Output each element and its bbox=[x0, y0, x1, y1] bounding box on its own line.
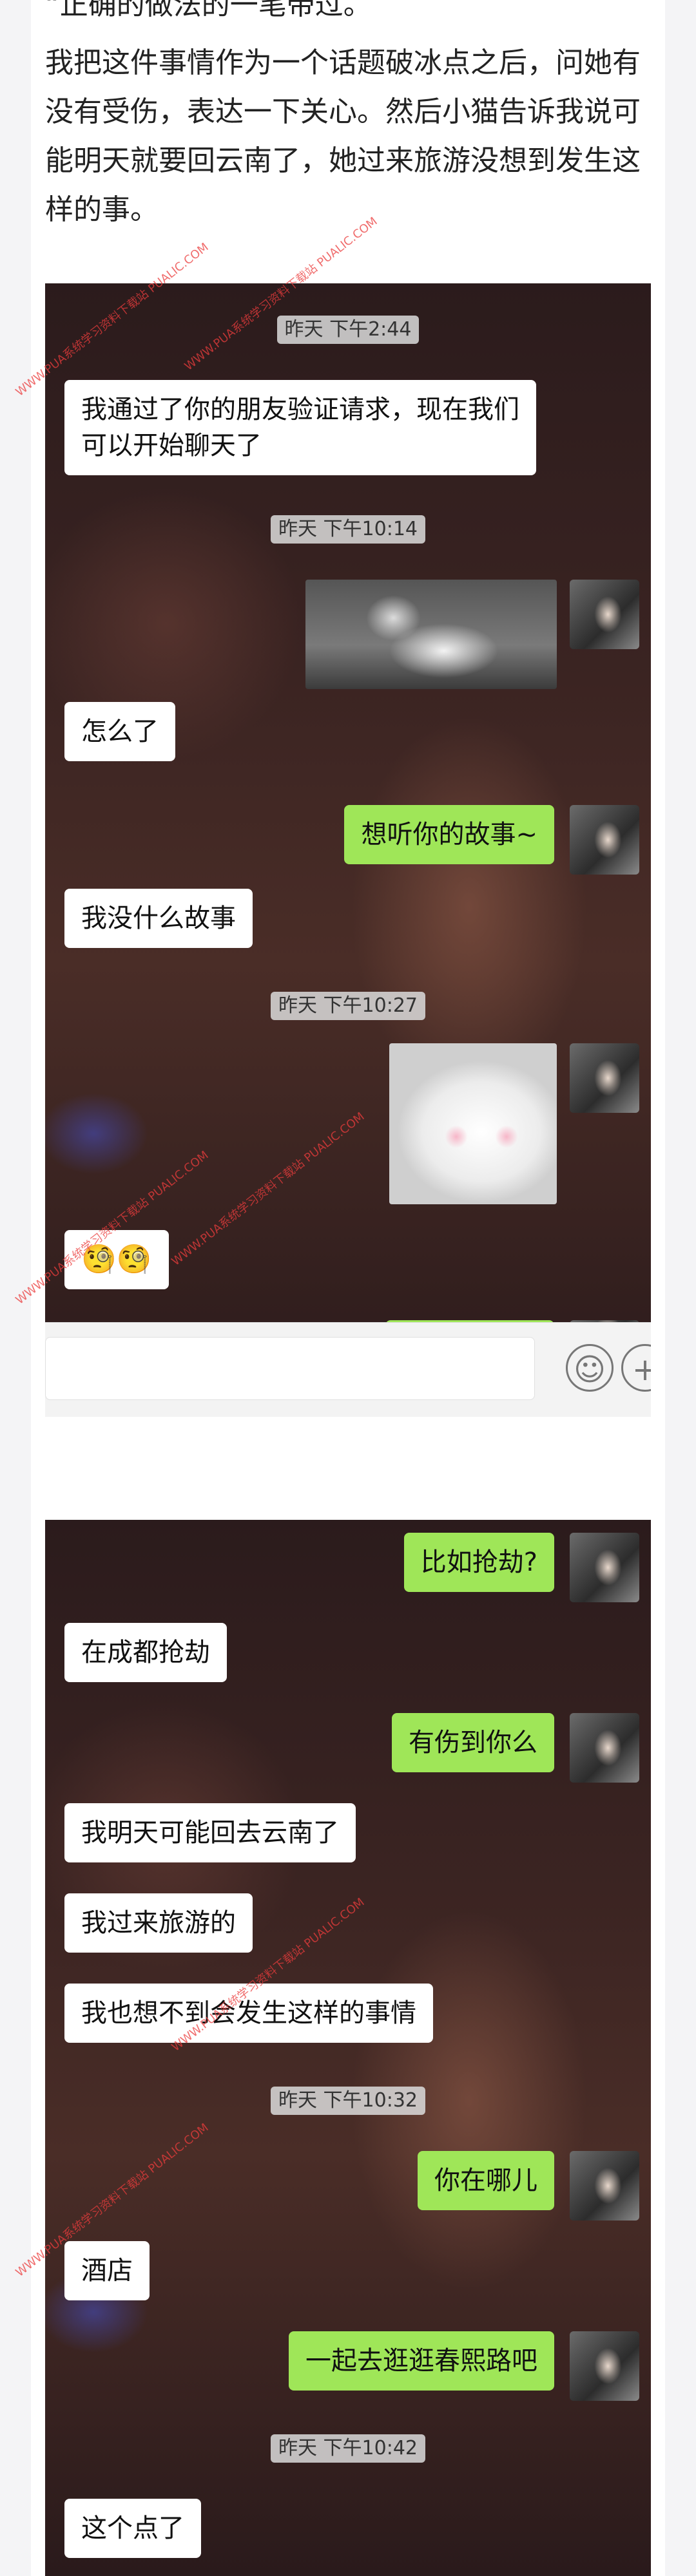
incoming-message: 我通过了你的朋友验证请求，现在我们可以开始聊天了 bbox=[64, 380, 536, 475]
cat-sticker-message[interactable] bbox=[389, 1043, 557, 1204]
outgoing-message: 有伤到你么 bbox=[392, 1713, 554, 1772]
user-avatar[interactable] bbox=[570, 1713, 639, 1783]
outgoing-message: 比如抢劫? bbox=[403, 1533, 554, 1592]
chat-input-bar: ☺ + bbox=[45, 1322, 651, 1417]
chat-timestamp: 昨天 下午10:14 bbox=[45, 515, 651, 544]
plus-icon[interactable]: + bbox=[621, 1344, 651, 1392]
chat-timestamp: 昨天 下午10:42 bbox=[45, 2434, 651, 2463]
user-avatar[interactable] bbox=[570, 1043, 639, 1113]
chat-screenshot-1: 昨天 下午2:44 我通过了你的朋友验证请求，现在我们可以开始聊天了 昨天 下午… bbox=[45, 283, 651, 1417]
message-input[interactable] bbox=[45, 1337, 535, 1400]
article-line: “正确的做法的一笔带过。 bbox=[45, 0, 372, 21]
incoming-message: 在成都抢劫 bbox=[64, 1623, 227, 1682]
outgoing-message: 一起去逛逛春熙路吧 bbox=[289, 2331, 554, 2391]
user-avatar[interactable] bbox=[570, 2151, 639, 2221]
article-paragraph: 我把这件事情作为一个话题破冰点之后，问她有没有受伤，表达一下关心。然后小猫告诉我… bbox=[45, 46, 641, 226]
user-avatar[interactable] bbox=[570, 580, 639, 649]
incoming-message: 这个点了 bbox=[64, 2499, 201, 2558]
user-avatar[interactable] bbox=[570, 805, 639, 875]
cat-image-message[interactable] bbox=[305, 580, 557, 689]
incoming-message: 怎么了 bbox=[64, 702, 175, 761]
outgoing-message: 想听你的故事~ bbox=[344, 805, 554, 864]
chat-timestamp: 昨天 下午2:44 bbox=[45, 316, 651, 344]
outgoing-message: 你在哪儿 bbox=[418, 2151, 554, 2210]
smile-icon[interactable]: ☺ bbox=[566, 1344, 614, 1392]
incoming-message: 我明天可能回去云南了 bbox=[64, 1803, 356, 1862]
chat-timestamp: 昨天 下午10:32 bbox=[45, 2087, 651, 2115]
incoming-message: 酒店 bbox=[64, 2241, 150, 2300]
incoming-message: 我过来旅游的 bbox=[64, 1893, 253, 1953]
incoming-message: 我没什么故事 bbox=[64, 889, 253, 948]
user-avatar[interactable] bbox=[570, 2331, 639, 2401]
chat-timestamp: 昨天 下午10:27 bbox=[45, 992, 651, 1020]
user-avatar[interactable] bbox=[570, 1533, 639, 1602]
chat-screenshot-2: 比如抢劫? 在成都抢劫 有伤到你么 我明天可能回去云南了 我过来旅游的 我也想不… bbox=[45, 1520, 651, 2576]
